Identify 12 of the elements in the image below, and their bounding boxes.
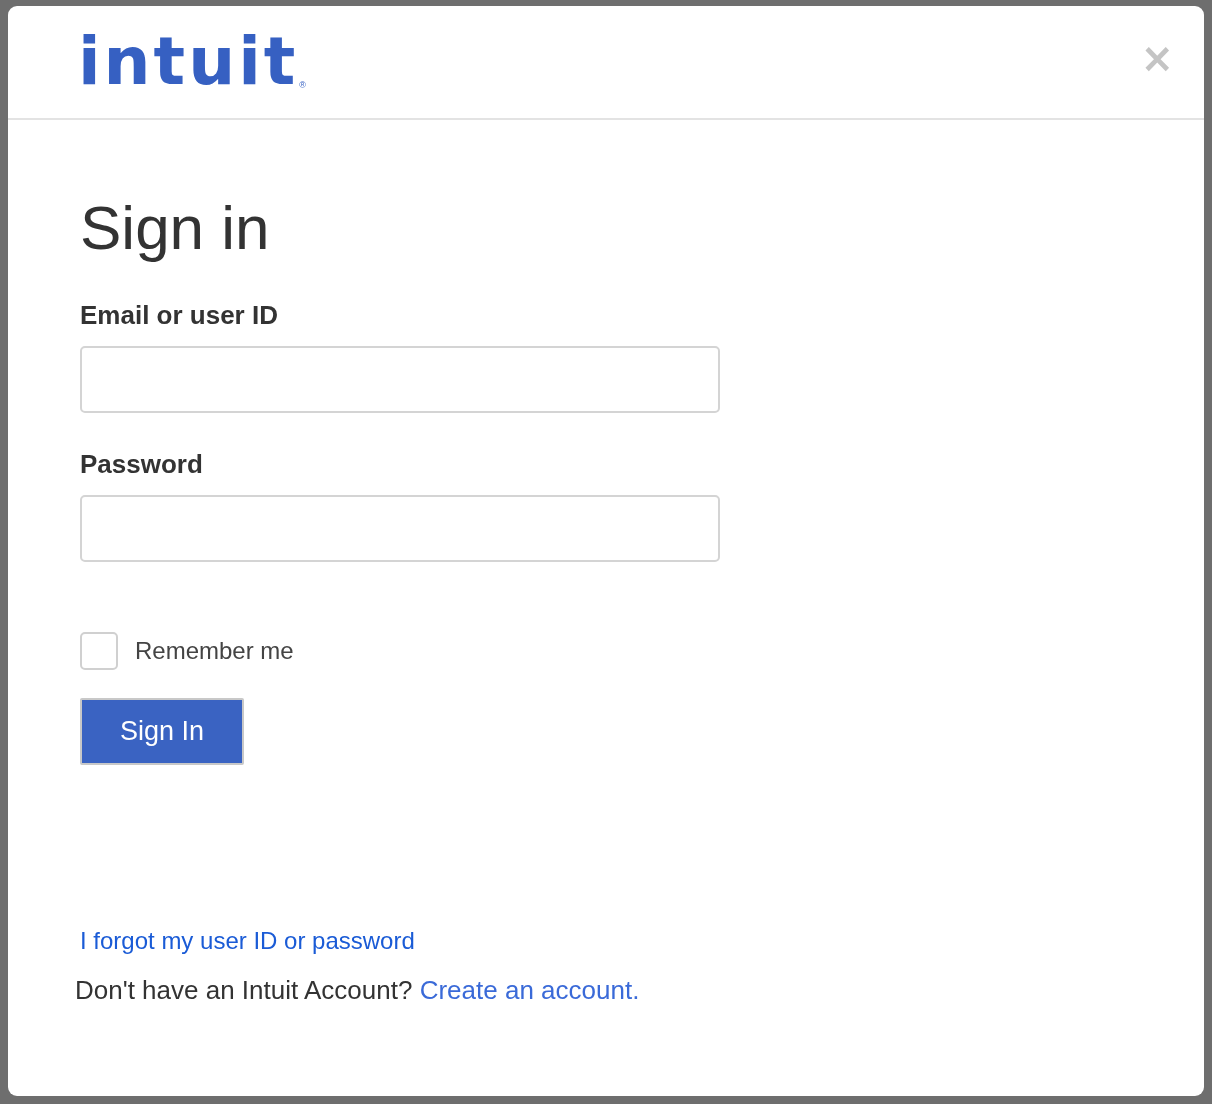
forgot-link[interactable]: I forgot my user ID or password xyxy=(80,927,415,955)
sign-in-button[interactable]: Sign In xyxy=(80,698,244,765)
input-field[interactable] xyxy=(80,495,720,562)
intuit-logo: intuit® xyxy=(78,32,306,92)
checkbox-label[interactable]: Remember me xyxy=(135,637,294,665)
create-account-link[interactable]: Create an account. xyxy=(419,975,640,1005)
field-label: Password xyxy=(80,448,204,481)
signup-prompt: Don't have an Intuit Account? Create an account. xyxy=(75,974,641,1007)
input-field[interactable] xyxy=(80,346,720,413)
checkbox[interactable] xyxy=(80,632,118,670)
dialog-title: Sign in xyxy=(80,192,271,264)
field-label: Email or user ID xyxy=(80,299,279,332)
